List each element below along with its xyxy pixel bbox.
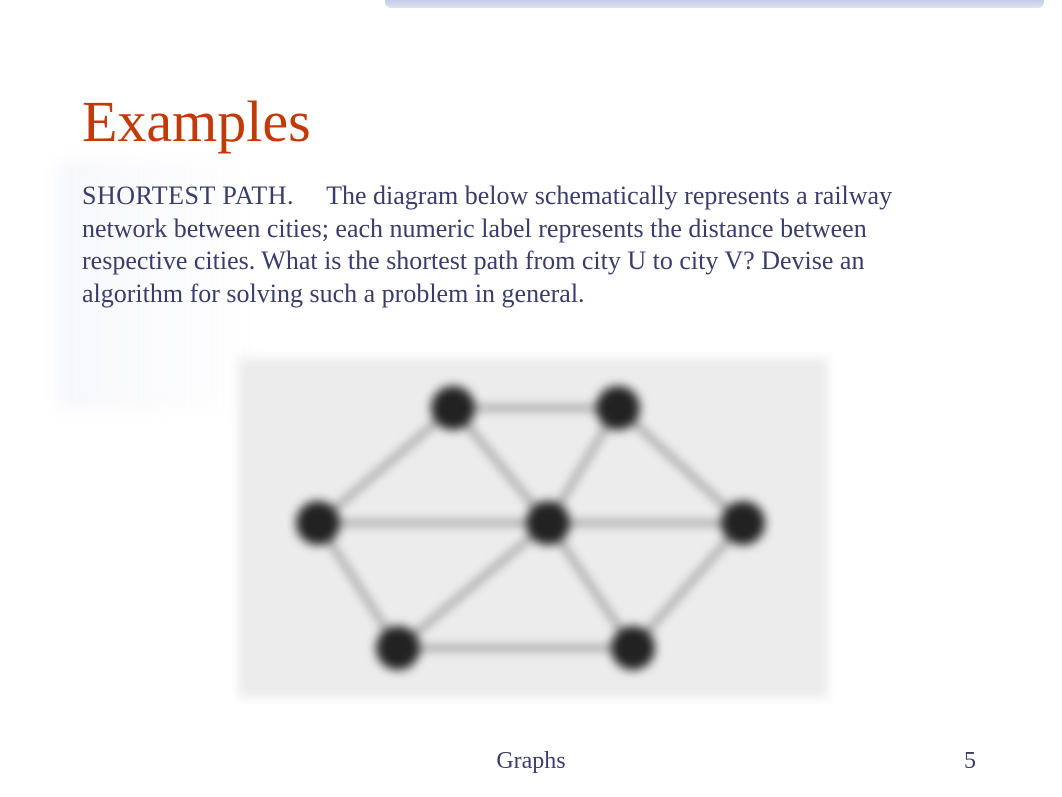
graph-node xyxy=(596,386,640,430)
problem-label: SHORTEST PATH. xyxy=(82,181,294,210)
footer-page-number: 5 xyxy=(964,748,976,775)
graph-edge xyxy=(633,523,743,648)
graph-svg xyxy=(238,358,828,698)
graph-node xyxy=(431,386,475,430)
graph-node xyxy=(611,626,655,670)
graph-nodes xyxy=(296,386,765,670)
graph-node xyxy=(526,501,570,545)
graph-node xyxy=(721,501,765,545)
graph-edge xyxy=(453,408,548,523)
graph-edge xyxy=(548,523,633,648)
graph-diagram xyxy=(238,358,828,698)
graph-edge xyxy=(398,523,548,648)
graph-edge xyxy=(318,408,453,523)
slide-body: SHORTEST PATH. The diagram below schemat… xyxy=(82,180,912,310)
graph-node xyxy=(296,501,340,545)
graph-edge xyxy=(318,523,398,648)
slide-content: Examples SHORTEST PATH. The diagram belo… xyxy=(0,0,1062,797)
graph-node xyxy=(376,626,420,670)
footer-title: Graphs xyxy=(0,748,1062,775)
graph-edge xyxy=(618,408,743,523)
slide-title: Examples xyxy=(82,88,311,155)
